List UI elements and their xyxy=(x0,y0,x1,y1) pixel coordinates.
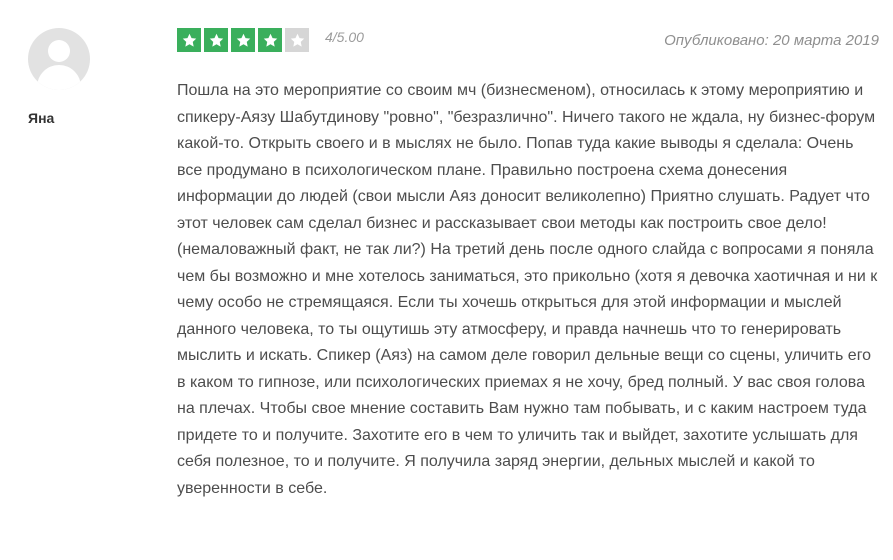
star-empty-icon xyxy=(285,28,309,52)
user-silhouette-icon xyxy=(28,28,90,90)
rating-score: 4/5.00 xyxy=(325,29,364,45)
published-date: Опубликовано: 20 марта 2019 xyxy=(664,32,879,49)
star-filled-icon xyxy=(204,28,228,52)
rating-row: 4/5.00 xyxy=(177,28,364,52)
author-name: Яна xyxy=(28,110,55,126)
star-filled-icon xyxy=(258,28,282,52)
review-text: Пошла на это мероприятие со своим мч (би… xyxy=(177,82,878,497)
star-rating xyxy=(177,28,309,52)
star-filled-icon xyxy=(231,28,255,52)
star-filled-icon xyxy=(177,28,201,52)
review-card: Яна 4/5.00 Опубликовано: 20 марта 2019 П… xyxy=(0,0,893,560)
review-author: Яна xyxy=(28,28,92,126)
